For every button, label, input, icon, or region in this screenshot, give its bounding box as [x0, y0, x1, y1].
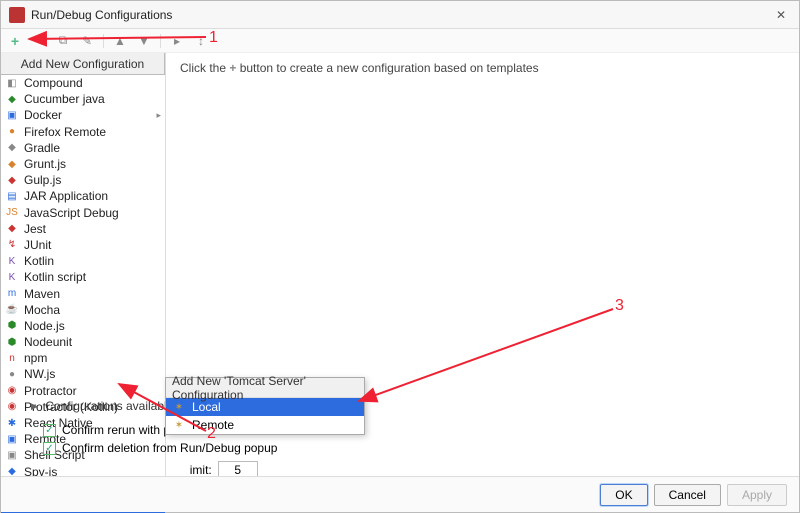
type-label: Firefox Remote — [24, 125, 161, 139]
add-new-config-header: Add New Configuration — [1, 53, 165, 75]
edit-button[interactable]: ✎ — [79, 33, 95, 49]
app-icon — [9, 7, 25, 23]
tomcat-submenu: Add New 'Tomcat Server' Configuration ✶ … — [165, 377, 365, 435]
close-button[interactable]: ✕ — [771, 8, 791, 22]
type-icon: ⬢ — [5, 319, 19, 333]
type-label: JUnit — [24, 238, 161, 252]
type-label: Maven — [24, 287, 161, 301]
type-label: Docker — [24, 108, 151, 122]
type-icon: ◆ — [5, 141, 19, 155]
window-title: Run/Debug Configurations — [31, 8, 771, 22]
config-type-item[interactable]: m Maven — [1, 285, 165, 301]
tomcat-icon: ✶ — [172, 418, 186, 432]
type-icon: ▣ — [5, 432, 19, 446]
type-icon: ● — [5, 367, 19, 381]
type-label: Kotlin script — [24, 270, 161, 284]
type-icon: K — [5, 270, 19, 284]
type-icon: K — [5, 254, 19, 268]
type-label: NW.js — [24, 367, 161, 381]
type-icon: ↯ — [5, 238, 19, 252]
type-label: Kotlin — [24, 254, 161, 268]
type-label: Jest — [24, 222, 161, 236]
type-icon: ◧ — [5, 76, 19, 90]
type-label: Cucumber java — [24, 92, 161, 106]
config-type-item[interactable]: ● Firefox Remote — [1, 124, 165, 140]
remove-button[interactable]: − — [31, 33, 47, 49]
type-icon: ⬢ — [5, 335, 19, 349]
submenu-local-label: Local — [192, 400, 221, 414]
type-label: Gulp.js — [24, 173, 161, 187]
cancel-button[interactable]: Cancel — [654, 484, 721, 506]
type-icon: ◆ — [5, 222, 19, 236]
type-icon: ▣ — [5, 448, 19, 462]
apply-button[interactable]: Apply — [727, 484, 787, 506]
config-type-item[interactable]: ↯ JUnit — [1, 237, 165, 253]
checkbox-icon: ✓ — [43, 424, 56, 437]
type-icon: ◆ — [5, 92, 19, 106]
type-label: Gradle — [24, 141, 161, 155]
ok-button[interactable]: OK — [600, 484, 647, 506]
config-type-item[interactable]: JS JavaScript Debug — [1, 205, 165, 221]
type-icon: ◆ — [5, 157, 19, 171]
checkbox-icon: ✓ — [43, 442, 56, 455]
config-type-item[interactable]: nnpm — [1, 350, 165, 366]
dialog-footer: OK Cancel Apply — [1, 476, 799, 512]
toolbar: + − ⧉ ✎ ▲ ▼ ▸ ↕ — [1, 29, 799, 53]
down-button[interactable]: ▼ — [136, 33, 152, 49]
chevron-right-icon: ▶ — [31, 401, 38, 412]
type-icon: n — [5, 351, 19, 365]
type-icon: m — [5, 287, 19, 301]
config-type-item[interactable]: ▤ JAR Application — [1, 188, 165, 204]
type-icon: ▣ — [5, 108, 19, 122]
config-type-item[interactable]: ● NW.js — [1, 366, 165, 382]
empty-hint: Click the + button to create a new confi… — [180, 61, 785, 75]
config-type-item[interactable]: K Kotlin script — [1, 269, 165, 285]
submenu-remote[interactable]: ✶ Remote — [166, 416, 364, 434]
tomcat-icon: ✶ — [172, 400, 186, 414]
type-icon: ▤ — [5, 189, 19, 203]
config-type-item[interactable]: ☕ Mocha — [1, 302, 165, 318]
type-icon: ✱ — [5, 416, 19, 430]
toolbar-separator — [160, 34, 161, 48]
toolbar-separator — [103, 34, 104, 48]
confirm-delete-checkbox[interactable]: ✓ Confirm deletion from Run/Debug popup — [43, 441, 531, 455]
config-type-item[interactable]: ◧ Compound — [1, 75, 165, 91]
titlebar: Run/Debug Configurations ✕ — [1, 1, 799, 29]
type-icon: ◆ — [5, 173, 19, 187]
type-label: Nodeunit — [24, 335, 161, 349]
config-type-item[interactable]: ◆ Gulp.js — [1, 172, 165, 188]
type-label: Node.js — [24, 319, 161, 333]
submenu-remote-label: Remote — [192, 418, 234, 432]
type-label: npm — [24, 351, 161, 365]
type-label: Grunt.js — [24, 157, 161, 171]
type-label: Protractor — [24, 384, 161, 398]
chevron-right-icon: ▸ — [156, 110, 161, 121]
config-type-item[interactable]: ◆ Grunt.js — [1, 156, 165, 172]
add-button[interactable]: + — [7, 33, 23, 49]
type-icon: ● — [5, 125, 19, 139]
config-type-item[interactable]: ⬢ Node.js — [1, 318, 165, 334]
type-label: Mocha — [24, 303, 161, 317]
config-type-item[interactable]: ◆ Cucumber java — [1, 91, 165, 107]
type-icon: ◉ — [5, 400, 19, 414]
confirm-delete-label: Confirm deletion from Run/Debug popup — [62, 441, 277, 455]
config-type-item[interactable]: ▣ Docker ▸ — [1, 107, 165, 123]
config-type-item[interactable]: ◆ Gradle — [1, 140, 165, 156]
type-label: JavaScript Debug — [24, 206, 161, 220]
config-type-item[interactable]: ⬢ Nodeunit — [1, 334, 165, 350]
sort-button[interactable]: ↕ — [193, 33, 209, 49]
folder-button[interactable]: ▸ — [169, 33, 185, 49]
submenu-header: Add New 'Tomcat Server' Configuration — [166, 378, 364, 398]
type-icon: JS — [5, 206, 19, 220]
config-type-item[interactable]: K Kotlin — [1, 253, 165, 269]
type-label: Compound — [24, 76, 161, 90]
type-label: JAR Application — [24, 189, 161, 203]
limit-label: imit: — [190, 463, 212, 477]
type-icon: ◉ — [5, 384, 19, 398]
type-icon: ☕ — [5, 303, 19, 317]
config-type-item[interactable]: ◉ Protractor — [1, 383, 165, 399]
up-button[interactable]: ▲ — [112, 33, 128, 49]
copy-button[interactable]: ⧉ — [55, 33, 71, 49]
config-type-item[interactable]: ◆ Jest — [1, 221, 165, 237]
